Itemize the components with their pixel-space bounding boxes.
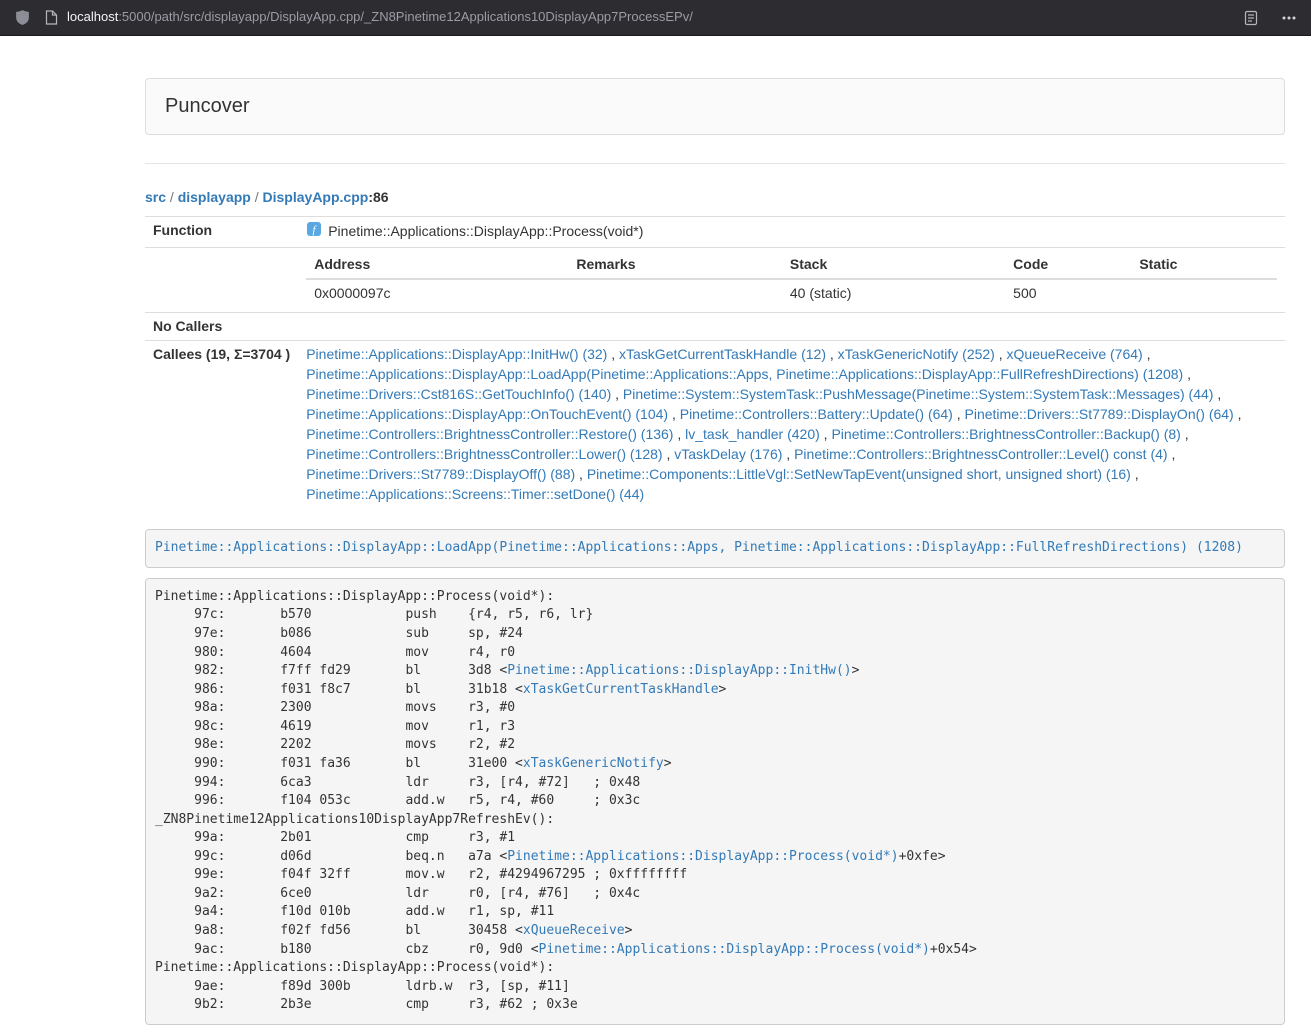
- callee-link[interactable]: Pinetime::Controllers::BrightnessControl…: [794, 446, 1167, 462]
- no-callers-cell: [298, 312, 1285, 341]
- assembly-symbol-link[interactable]: xTaskGetCurrentTaskHandle: [523, 682, 719, 697]
- callee-link[interactable]: Pinetime::Components::LittleVgl::SetNewT…: [587, 466, 1131, 482]
- callee-link[interactable]: Pinetime::Applications::DisplayApp::Load…: [306, 366, 1183, 382]
- no-callers-row: No Callers: [145, 312, 1285, 341]
- url-path: :5000/path/src/displayapp/DisplayApp.cpp…: [118, 9, 693, 24]
- metrics-header-row: AddressRemarksStackCodeStatic: [306, 252, 1277, 279]
- callee-link[interactable]: Pinetime::Controllers::BrightnessControl…: [306, 426, 673, 442]
- callee-link[interactable]: lv_task_handler (420): [685, 426, 820, 442]
- callees-label: Callees (19, Σ=3704 ): [145, 341, 298, 509]
- assembly-symbol-link[interactable]: xQueueReceive: [523, 923, 625, 938]
- page-info-icon[interactable]: [45, 10, 58, 25]
- assembly-listing: Pinetime::Applications::DisplayApp::Proc…: [145, 578, 1285, 1025]
- callee-link[interactable]: Pinetime::Applications::DisplayApp::OnTo…: [306, 406, 668, 422]
- metrics-row: AddressRemarksStackCodeStatic 0x0000097c…: [145, 247, 1285, 312]
- breadcrumb-link[interactable]: displayapp: [178, 189, 251, 205]
- callee-link[interactable]: Pinetime::Applications::Screens::Timer::…: [306, 486, 644, 502]
- assembly-symbol-link[interactable]: Pinetime::Applications::DisplayApp::Proc…: [539, 942, 930, 957]
- url-text: localhost:5000/path/src/displayapp/Displ…: [67, 8, 693, 27]
- function-icon: f: [306, 221, 322, 243]
- browser-toolbar: localhost:5000/path/src/displayapp/Displ…: [0, 0, 1311, 36]
- breadcrumb-link[interactable]: src: [145, 189, 166, 205]
- callee-link[interactable]: vTaskDelay (176): [674, 446, 782, 462]
- metrics-row-label-spacer: [145, 247, 298, 312]
- tracking-protection-shield-icon[interactable]: [14, 8, 31, 27]
- metrics-value: [1131, 279, 1277, 308]
- callee-link[interactable]: xQueueReceive (764): [1007, 346, 1143, 362]
- reader-mode-icon[interactable]: [1243, 10, 1259, 26]
- callee-link[interactable]: Pinetime::Drivers::St7789::DisplayOff() …: [306, 466, 575, 482]
- assembly-symbol-link[interactable]: Pinetime::Applications::DisplayApp::Init…: [507, 663, 851, 678]
- highlighted-callee-box: Pinetime::Applications::DisplayApp::Load…: [145, 529, 1285, 568]
- callee-link[interactable]: Pinetime::Controllers::Battery::Update()…: [680, 406, 953, 422]
- metrics-value-row: 0x0000097c 40 (static)500: [306, 279, 1277, 308]
- assembly-symbol-link[interactable]: xTaskGenericNotify: [523, 756, 664, 771]
- breadcrumb: src / displayapp / DisplayApp.cpp:86: [145, 188, 1285, 208]
- symbol-table: Function f Pinetime::Applications::Displ…: [145, 216, 1285, 510]
- callees-cell: Pinetime::Applications::DisplayApp::Init…: [298, 341, 1285, 509]
- metrics-value: 0x0000097c: [306, 279, 568, 308]
- app-title-panel: Puncover: [145, 78, 1285, 135]
- metrics-cell: AddressRemarksStackCodeStatic 0x0000097c…: [298, 247, 1285, 312]
- function-name: Pinetime::Applications::DisplayApp::Proc…: [328, 222, 643, 242]
- callee-link[interactable]: xTaskGetCurrentTaskHandle (12): [619, 346, 826, 362]
- highlighted-callee-link[interactable]: Pinetime::Applications::DisplayApp::Load…: [155, 540, 1243, 555]
- breadcrumb-link[interactable]: DisplayApp.cpp: [263, 189, 369, 205]
- metrics-table: AddressRemarksStackCodeStatic 0x0000097c…: [306, 252, 1277, 308]
- breadcrumb-line-number: :86: [368, 189, 388, 205]
- toolbar-actions: [1221, 10, 1297, 26]
- metrics-column-header: Address: [306, 252, 568, 279]
- callee-link[interactable]: Pinetime::Applications::DisplayApp::Init…: [306, 346, 607, 362]
- callees-row: Callees (19, Σ=3704 ) Pinetime::Applicat…: [145, 341, 1285, 509]
- callee-link[interactable]: Pinetime::Controllers::BrightnessControl…: [831, 426, 1180, 442]
- assembly-symbol-link[interactable]: Pinetime::Applications::DisplayApp::Proc…: [507, 849, 898, 864]
- metrics-column-header: Static: [1131, 252, 1277, 279]
- metrics-column-header: Code: [1005, 252, 1131, 279]
- overflow-menu-icon[interactable]: [1281, 10, 1297, 26]
- url-bar[interactable]: localhost:5000/path/src/displayapp/Displ…: [45, 8, 1221, 27]
- callee-link[interactable]: xTaskGenericNotify (252): [838, 346, 995, 362]
- breadcrumb-separator: /: [166, 189, 178, 205]
- function-cell: f Pinetime::Applications::DisplayApp::Pr…: [298, 216, 1285, 247]
- breadcrumb-separator: /: [251, 189, 263, 205]
- function-row-label: Function: [145, 216, 298, 247]
- url-host: localhost: [67, 9, 118, 24]
- callee-link[interactable]: Pinetime::System::SystemTask::PushMessag…: [623, 386, 1214, 402]
- no-callers-label: No Callers: [145, 312, 298, 341]
- page-container: Puncover src / displayapp / DisplayApp.c…: [145, 78, 1285, 1025]
- callee-link[interactable]: Pinetime::Drivers::St7789::DisplayOn() (…: [965, 406, 1234, 422]
- metrics-value: 500: [1005, 279, 1131, 308]
- page-title: Puncover: [165, 95, 250, 117]
- metrics-column-header: Remarks: [568, 252, 782, 279]
- function-row: Function f Pinetime::Applications::Displ…: [145, 216, 1285, 247]
- divider: [145, 163, 1285, 164]
- metrics-value: [568, 279, 782, 308]
- metrics-value: 40 (static): [782, 279, 1005, 308]
- metrics-column-header: Stack: [782, 252, 1005, 279]
- callee-link[interactable]: Pinetime::Drivers::Cst816S::GetTouchInfo…: [306, 386, 611, 402]
- callee-link[interactable]: Pinetime::Controllers::BrightnessControl…: [306, 446, 662, 462]
